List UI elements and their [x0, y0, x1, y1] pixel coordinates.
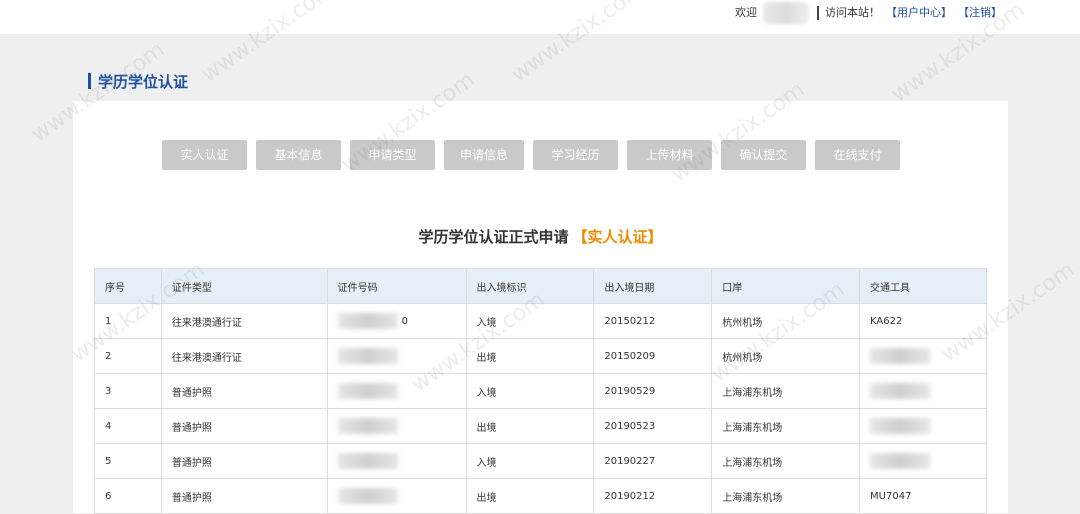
masked-value [870, 348, 931, 364]
cell-date: 20150209 [593, 338, 713, 374]
cell-date: 20190227 [593, 443, 713, 479]
col-header-transport: 交通工具 [859, 268, 987, 304]
masked-value [337, 348, 398, 364]
table-row: 5 普通护照 入境 20190227 上海浦东机场 [94, 443, 987, 479]
cell-direction: 出境 [465, 478, 595, 514]
cell-doc-number-visible: 0 [401, 316, 409, 327]
cell-doc-number [326, 373, 467, 409]
form-title: 学历学位认证正式申请 【实人认证】 [73, 226, 1008, 247]
step-nav: 实人认证 基本信息 申请类型 申请信息 学习经历 上传材料 确认提交 在线支付 [162, 140, 900, 170]
cell-port: 上海浦东机场 [711, 373, 861, 409]
cell-date: 20190212 [593, 478, 713, 514]
step-confirm-submit[interactable]: 确认提交 [721, 140, 806, 170]
table-row: 4 普通护照 出境 20190523 上海浦东机场 [94, 408, 987, 444]
welcome-prefix: 欢迎 [735, 6, 757, 19]
cell-transport [859, 443, 987, 479]
cell-direction: 入境 [465, 373, 595, 409]
step-application-info[interactable]: 申请信息 [444, 140, 524, 170]
cell-transport: KA622 [859, 303, 987, 339]
cell-doc-number [326, 478, 467, 514]
cell-index: 6 [94, 478, 162, 514]
table-row: 6 普通护照 出境 20190212 上海浦东机场 MU7047 [94, 478, 987, 514]
table-header-row: 序号 证件类型 证件号码 出入境标识 出入境日期 口岸 交通工具 [94, 268, 987, 304]
masked-value [870, 453, 931, 469]
cell-doc-type: 普通护照 [160, 373, 328, 409]
masked-value [337, 313, 398, 329]
welcome-area: 欢迎 访问本站！ 【用户中心】 【注销】 [735, 2, 1002, 24]
masked-value [337, 453, 398, 469]
section-accent-bar [88, 73, 91, 89]
entry-exit-table: 序号 证件类型 证件号码 出入境标识 出入境日期 口岸 交通工具 1 往来港澳通… [94, 268, 987, 514]
cell-doc-number [326, 408, 467, 444]
col-header-doc-type: 证件类型 [160, 268, 328, 304]
cell-port: 上海浦东机场 [711, 408, 861, 444]
cell-doc-number [326, 443, 467, 479]
masked-value [337, 488, 398, 504]
col-header-index: 序号 [94, 268, 162, 304]
col-header-port: 口岸 [711, 268, 861, 304]
cell-index: 5 [94, 443, 162, 479]
cell-port: 杭州机场 [711, 303, 861, 339]
masked-value [870, 383, 931, 399]
cell-transport [859, 338, 987, 374]
cell-direction: 入境 [465, 303, 595, 339]
form-title-text: 学历学位认证正式申请 [418, 228, 569, 246]
welcome-suffix: 访问本站！ [825, 6, 880, 19]
cell-doc-type: 往来港澳通行证 [160, 338, 328, 374]
cell-transport: MU7047 [859, 478, 987, 514]
cell-doc-type: 普通护照 [160, 408, 328, 444]
main-panel: 实人认证 基本信息 申请类型 申请信息 学习经历 上传材料 确认提交 在线支付 … [73, 101, 1008, 514]
cell-direction: 出境 [465, 408, 595, 444]
cell-doc-type: 普通护照 [160, 443, 328, 479]
cell-date: 20150212 [593, 303, 713, 339]
masked-value [870, 418, 931, 434]
col-header-date: 出入境日期 [593, 268, 713, 304]
cell-index: 2 [94, 338, 162, 374]
cell-port: 上海浦东机场 [711, 443, 861, 479]
cell-direction: 入境 [465, 443, 595, 479]
cell-port: 杭州机场 [711, 338, 861, 374]
cell-date: 20190529 [593, 373, 713, 409]
cell-doc-number: 0 [326, 303, 467, 339]
step-application-type[interactable]: 申请类型 [350, 140, 435, 170]
cell-index: 1 [94, 303, 162, 339]
cell-doc-type: 往来港澳通行证 [160, 303, 328, 339]
cell-port: 上海浦东机场 [711, 478, 861, 514]
cell-index: 4 [94, 408, 162, 444]
cell-direction: 出境 [465, 338, 595, 374]
section-title: 学历学位认证 [98, 72, 189, 91]
cell-transport [859, 408, 987, 444]
table-row: 2 往来港澳通行证 出境 20150209 杭州机场 [94, 338, 987, 374]
table-row: 3 普通护照 入境 20190529 上海浦东机场 [94, 373, 987, 409]
masked-value [337, 418, 398, 434]
step-study-history[interactable]: 学习经历 [533, 140, 618, 170]
step-upload-materials[interactable]: 上传材料 [627, 140, 712, 170]
section-heading: 学历学位认证 [88, 72, 189, 91]
cell-doc-number [326, 338, 467, 374]
step-online-payment[interactable]: 在线支付 [815, 140, 900, 170]
masked-username [763, 2, 809, 24]
col-header-direction: 出入境标识 [465, 268, 595, 304]
form-title-highlight: 【实人认证】 [572, 228, 663, 246]
user-center-link[interactable]: 【用户中心】 [886, 6, 952, 20]
col-header-doc-number: 证件号码 [326, 268, 467, 304]
step-real-name-auth[interactable]: 实人认证 [162, 140, 247, 170]
username-cursor [817, 6, 819, 20]
table-row: 1 往来港澳通行证 0 入境 20150212 杭州机场 KA622 [94, 303, 987, 339]
masked-value [337, 383, 398, 399]
cell-index: 3 [94, 373, 162, 409]
cell-doc-type: 普通护照 [160, 478, 328, 514]
top-bar: 欢迎 访问本站！ 【用户中心】 【注销】 [0, 0, 1080, 34]
cell-transport [859, 373, 987, 409]
logout-link[interactable]: 【注销】 [958, 6, 1002, 20]
cell-date: 20190523 [593, 408, 713, 444]
step-basic-info[interactable]: 基本信息 [256, 140, 341, 170]
